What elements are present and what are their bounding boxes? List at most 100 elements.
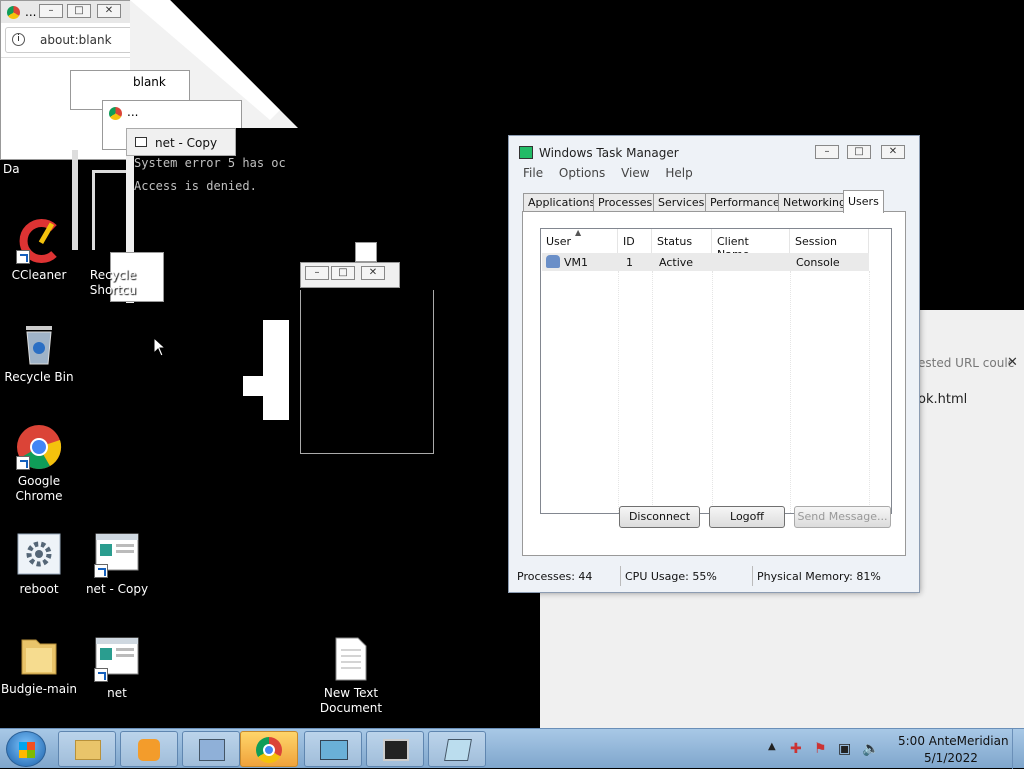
- clock-date[interactable]: 5/1/2022: [924, 751, 978, 765]
- task-manager-window[interactable]: Windows Task Manager – □ ✕ File Options …: [508, 135, 920, 593]
- desktop-icon-reboot[interactable]: reboot: [0, 532, 78, 597]
- status-bar: Processes: 44 CPU Usage: 55% Physical Me…: [513, 564, 915, 586]
- info-icon: i: [12, 33, 25, 46]
- error-message: ested URL coulc: [918, 356, 1015, 370]
- icon-label: net: [107, 686, 127, 700]
- icon-label: Recycle Shortcu: [89, 268, 137, 297]
- tab-services[interactable]: Services: [653, 193, 710, 212]
- desktop-icon-recycle-bin[interactable]: Recycle Bin: [0, 320, 78, 385]
- desktop-icon-google-chrome[interactable]: Google Chrome: [0, 424, 78, 504]
- cell-session: Console: [796, 256, 840, 269]
- show-desktop-button[interactable]: [1012, 729, 1024, 769]
- maximize-button[interactable]: □: [331, 266, 355, 280]
- logoff-button[interactable]: Logoff: [709, 506, 785, 528]
- browser-title-3: ...: [127, 105, 139, 119]
- console-icon: [383, 739, 409, 761]
- tab-networking[interactable]: Networking: [778, 193, 851, 212]
- show-hidden-icons-icon[interactable]: ▲: [768, 741, 776, 752]
- taskbar-explorer[interactable]: [58, 731, 116, 767]
- ccleaner-icon: [16, 218, 62, 264]
- console-title: net - Copy: [155, 136, 218, 150]
- maximize-button[interactable]: □: [847, 145, 871, 159]
- start-button[interactable]: [6, 731, 46, 767]
- menu-options[interactable]: Options: [559, 166, 605, 180]
- security-icon[interactable]: ✚: [790, 741, 802, 757]
- menu-help[interactable]: Help: [665, 166, 692, 180]
- tab-performance[interactable]: Performance: [705, 193, 785, 212]
- desktop-icon-net-copy[interactable]: net - Copy: [78, 532, 156, 597]
- cell-status: Active: [659, 256, 694, 269]
- tab-processes[interactable]: Processes: [593, 193, 658, 212]
- tab-users[interactable]: Users: [843, 190, 884, 213]
- taskbar-chrome[interactable]: [240, 731, 298, 767]
- column-header-session[interactable]: Session: [790, 229, 869, 253]
- minimize-button[interactable]: –: [39, 4, 63, 18]
- table-row[interactable]: VM1 1 Active Console: [542, 253, 869, 271]
- chrome-favicon-icon: [109, 107, 122, 120]
- gear-icon: [16, 532, 62, 578]
- network-icon[interactable]: ▣: [838, 741, 851, 757]
- desktop-partial-label: Da: [3, 162, 20, 176]
- console-titlebar[interactable]: net - Copy: [126, 128, 236, 156]
- close-button[interactable]: ✕: [881, 145, 905, 159]
- menu-bar: File Options View Help: [517, 166, 913, 184]
- volume-icon[interactable]: 🔈: [862, 741, 879, 757]
- address-bar[interactable]: i about:blank: [5, 27, 137, 53]
- photo-viewer-icon: [320, 740, 348, 760]
- window-fragment: [243, 376, 263, 396]
- column-header-status[interactable]: Status: [652, 229, 712, 253]
- minimize-button[interactable]: –: [815, 145, 839, 159]
- error-close-icon[interactable]: ✕: [1007, 355, 1018, 370]
- taskbar-task-manager[interactable]: [182, 731, 240, 767]
- icon-label: CCleaner: [11, 268, 67, 282]
- column-header-id[interactable]: ID: [618, 229, 652, 253]
- users-list[interactable]: User ▲ ID Status Client Name Session VM1…: [540, 228, 892, 514]
- task-manager-icon: [199, 739, 225, 761]
- cell-user: VM1: [564, 256, 589, 269]
- close-button[interactable]: ✕: [361, 266, 385, 280]
- window-title: Windows Task Manager: [539, 146, 679, 160]
- taskbar-media-player[interactable]: [120, 731, 178, 767]
- notepad-icon: [444, 739, 472, 761]
- menu-view[interactable]: View: [621, 166, 649, 180]
- console-line-2: Access is denied.: [134, 179, 257, 193]
- browser-title: ...: [25, 5, 37, 19]
- taskbar-notepad[interactable]: [428, 731, 486, 767]
- console-line-1: System error 5 has oc: [134, 156, 286, 170]
- batch-file-icon: [94, 636, 140, 682]
- taskbar-photo-viewer[interactable]: [304, 731, 362, 767]
- send-message-button[interactable]: Send Message...: [794, 506, 891, 528]
- error-panel: ested URL coulc ✕ ok.html: [918, 340, 1024, 420]
- cell-id: 1: [626, 256, 633, 269]
- column-divider: [618, 271, 619, 513]
- address-text: about:blank: [40, 33, 112, 47]
- clock-time[interactable]: 5:00 AnteMeridian: [898, 734, 1009, 748]
- menu-file[interactable]: File: [523, 166, 543, 180]
- disconnect-button[interactable]: Disconnect: [619, 506, 700, 528]
- maximize-button[interactable]: □: [67, 4, 91, 18]
- column-divider: [652, 271, 653, 513]
- console-icon: [135, 137, 147, 147]
- chrome-icon: [16, 424, 62, 470]
- close-button[interactable]: ✕: [97, 4, 121, 18]
- desktop-icon-new-text-document[interactable]: New Text Document: [312, 636, 390, 716]
- column-divider: [712, 271, 713, 513]
- desktop-icon-recycle-shortcut[interactable]: Recycle Shortcu: [78, 218, 148, 298]
- icon-label: net - Copy: [85, 582, 149, 596]
- desktop-icon-ccleaner[interactable]: CCleaner: [0, 218, 78, 283]
- tab-applications[interactable]: Applications: [523, 193, 601, 212]
- icon-label: Google Chrome: [15, 474, 63, 503]
- desktop-icon-budgie-main[interactable]: Budgie-main: [0, 632, 78, 697]
- minimize-button[interactable]: –: [305, 266, 329, 280]
- icon-label: Budgie-main: [0, 682, 78, 696]
- column-header-client-name[interactable]: Client Name: [712, 229, 790, 261]
- taskbar-console[interactable]: [366, 731, 424, 767]
- icon-label: Recycle Bin: [4, 370, 74, 384]
- text-document-icon: [328, 636, 374, 682]
- recycle-bin-icon: [16, 320, 62, 366]
- icon-label: New Text Document: [319, 686, 383, 715]
- desktop-icon-net[interactable]: net: [78, 636, 156, 701]
- media-player-icon: [138, 739, 160, 761]
- action-center-icon[interactable]: ⚑: [814, 741, 827, 757]
- window-fragment: [355, 242, 377, 262]
